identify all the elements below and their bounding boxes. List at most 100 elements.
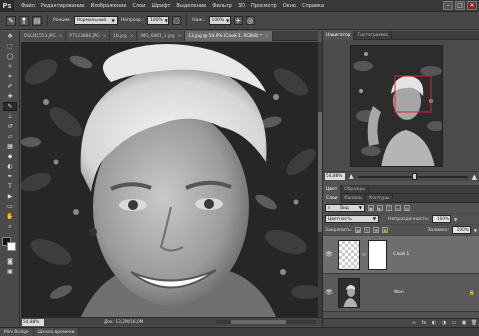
layer-thumbnail[interactable] [338, 277, 360, 308]
tab-document-active[interactable]: 13.jpg @ 54,9% (Слой 1, RGB/8) * × [185, 31, 273, 41]
tab-timeline[interactable]: Шкала времени [33, 328, 80, 336]
filter-shape-icon[interactable]: ▭ [395, 205, 401, 211]
layer-mask-thumbnail[interactable] [368, 239, 387, 270]
pen-tool-icon[interactable]: ✒ [3, 172, 17, 181]
link-chain-icon[interactable]: ∞ [360, 252, 368, 258]
menu-select[interactable]: Выделение [173, 3, 209, 9]
lock-all-icon[interactable]: 🔒 [382, 227, 389, 233]
menu-edit[interactable]: Редактирование [38, 3, 88, 9]
menu-type[interactable]: Шрифт [148, 3, 173, 9]
background-color-swatch[interactable] [7, 242, 16, 251]
minimize-button[interactable]: – [443, 1, 453, 10]
brush-panel-toggle-icon[interactable]: ▤ [32, 15, 42, 26]
menu-view[interactable]: Просмотр [248, 3, 280, 9]
shape-tool-icon[interactable]: ▭ [3, 202, 17, 211]
tab-histogram[interactable]: Гистограмма [354, 31, 392, 40]
tab-document[interactable]: IMG_6881_1.jpg × [137, 31, 186, 41]
menu-window[interactable]: Окно [280, 3, 299, 9]
chevron-down-icon[interactable]: ▼ [454, 217, 457, 222]
tablet-size-icon[interactable]: ◎ [245, 16, 255, 25]
healing-brush-tool-icon[interactable]: ✚ [3, 92, 17, 101]
chevron-down-icon[interactable]: ▼ [474, 228, 477, 233]
layer-name[interactable]: Слой 1 [393, 252, 409, 257]
add-mask-icon[interactable]: ◐ [431, 320, 437, 326]
filter-pixel-icon[interactable]: ▣ [368, 205, 374, 211]
close-button[interactable]: ✕ [467, 1, 477, 10]
brush-tool-icon[interactable]: ✎ [3, 102, 17, 111]
restore-button[interactable]: □ [455, 1, 465, 10]
document-canvas[interactable] [21, 42, 318, 317]
lasso-tool-icon[interactable]: ◯ [3, 52, 17, 61]
color-swatches[interactable] [2, 237, 18, 253]
move-tool-icon[interactable]: ✥ [3, 32, 17, 41]
layer-opacity-field[interactable]: 100% [432, 215, 452, 223]
layer-row[interactable]: 👁 Фон 🔒 [323, 274, 479, 312]
lock-transparency-icon[interactable]: ▦ [355, 227, 362, 233]
document-size-info[interactable]: Док: 13,2M/16,0M [104, 320, 143, 325]
airbrush-icon[interactable]: ✈ [233, 16, 243, 25]
layer-style-icon[interactable]: fx [421, 320, 427, 326]
layer-filter-select[interactable]: ⌕ Вид ▼ [325, 204, 365, 212]
adjustment-layer-icon[interactable]: ◑ [441, 320, 447, 326]
scrollbar-thumb[interactable] [231, 320, 286, 324]
tab-document[interactable]: P7123886.JPG × [66, 31, 111, 41]
link-layers-icon[interactable]: ∞ [411, 320, 417, 326]
navigator-zoom-field[interactable]: 54,88% [325, 173, 345, 180]
fill-field[interactable]: 100% [451, 226, 471, 234]
zoom-slider-handle[interactable] [412, 172, 418, 180]
zoom-tool-icon[interactable]: ⌕ [3, 222, 17, 231]
lock-pixels-icon[interactable]: ✎ [364, 227, 371, 233]
layer-thumbnail[interactable] [338, 239, 360, 270]
eraser-tool-icon[interactable]: ▱ [3, 132, 17, 141]
tab-channels[interactable]: Каналы [341, 194, 367, 203]
lock-position-icon[interactable]: ✥ [373, 227, 380, 233]
tablet-opacity-icon[interactable]: ◌ [172, 16, 182, 25]
dodge-tool-icon[interactable]: ◐ [3, 162, 17, 171]
menu-filter[interactable]: Фильтр [209, 3, 235, 9]
close-icon[interactable]: × [59, 34, 63, 39]
zoom-in-icon[interactable]: ▲ [472, 173, 477, 181]
trash-icon[interactable]: 🗑 [471, 320, 477, 326]
visibility-eye-icon[interactable]: 👁 [323, 251, 335, 258]
opacity-field[interactable]: 100% ▼ [147, 16, 170, 25]
screen-mode-icon[interactable]: ▣ [3, 267, 17, 276]
zoom-level-field[interactable]: 54,88% [22, 318, 44, 326]
filter-type-icon[interactable]: T [386, 205, 392, 211]
crop-tool-icon[interactable]: ⌗ [3, 72, 17, 81]
close-icon[interactable]: × [130, 34, 134, 39]
tab-paths[interactable]: Контуры [366, 194, 394, 203]
menu-layers[interactable]: Слои [129, 3, 148, 9]
visibility-eye-icon[interactable]: 👁 [323, 289, 335, 296]
layer-row[interactable]: 👁 ∞ Слой 1 [323, 236, 479, 274]
filter-smart-object-icon[interactable]: ▤ [404, 205, 410, 211]
close-icon[interactable]: × [265, 34, 269, 39]
brush-tool-preset-icon[interactable]: ✎ [6, 15, 16, 26]
quick-mask-icon[interactable]: ◙ [3, 257, 17, 266]
tab-swatches[interactable]: Образцы [341, 185, 369, 194]
mode-select[interactable]: Нормальный ▼ [73, 16, 118, 25]
clone-stamp-tool-icon[interactable]: ⊥ [3, 112, 17, 121]
tab-navigator[interactable]: Навигатор [323, 31, 355, 40]
pressure-field[interactable]: 100% ▼ [208, 16, 231, 25]
layer-name[interactable]: Фон [394, 290, 404, 295]
menu-image[interactable]: Изображение [87, 3, 129, 9]
tab-color[interactable]: Цвет [323, 185, 342, 194]
menu-3d[interactable]: 3D [235, 3, 248, 9]
navigator-thumbnail[interactable] [350, 45, 443, 167]
new-group-icon[interactable]: ▭ [451, 320, 457, 326]
hand-tool-icon[interactable]: ✋ [3, 212, 17, 221]
tab-document[interactable]: DSCN1553.JPG × [21, 31, 67, 41]
close-icon[interactable]: × [103, 34, 107, 39]
eyedropper-tool-icon[interactable]: ✐ [3, 82, 17, 91]
type-tool-icon[interactable]: T [3, 182, 17, 191]
history-brush-tool-icon[interactable]: ↺ [3, 122, 17, 131]
filter-adjustment-icon[interactable]: ◐ [377, 205, 383, 211]
marquee-tool-icon[interactable]: ⬚ [3, 42, 17, 51]
tab-layers[interactable]: Слои [323, 194, 342, 203]
tab-mini-bridge[interactable]: Mini Bridge [0, 328, 34, 336]
zoom-out-icon[interactable]: ▲ [349, 173, 354, 180]
quick-select-tool-icon[interactable]: ✧ [3, 62, 17, 71]
gradient-tool-icon[interactable]: ▦ [3, 142, 17, 151]
blend-mode-select[interactable]: Цветность ▼ [325, 215, 379, 223]
blur-tool-icon[interactable]: ◆ [3, 152, 17, 161]
